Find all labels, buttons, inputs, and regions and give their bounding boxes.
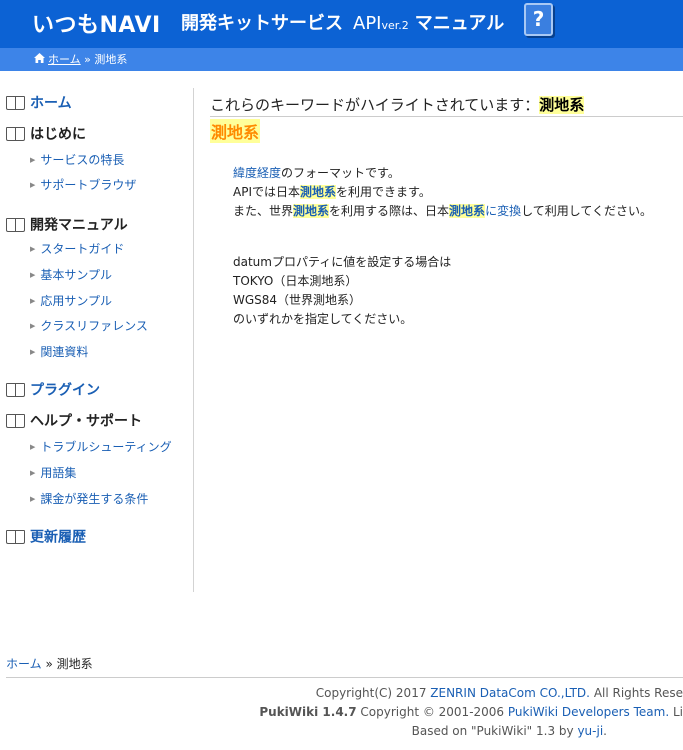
body-paragraph: 緯度経度のフォーマットです。 APIでは日本測地系を利用できます。 また、世界測… bbox=[233, 164, 652, 221]
yu-ji-link[interactable]: yu-ji bbox=[577, 724, 603, 738]
footer-breadcrumb: ホーム » 測地系 bbox=[6, 655, 93, 672]
site-title: 開発キットサービス APIver.2 マニュアル bbox=[181, 9, 504, 35]
lat-lng-link[interactable]: 緯度経度 bbox=[233, 166, 281, 180]
body-line-3: また、世界測地系を利用する際は、日本測地系に変換して利用してください。 bbox=[233, 204, 652, 218]
site-logo[interactable]: いつもNAVI bbox=[32, 7, 161, 39]
footer-copyright: Copyright(C) 2017 ZENRIN DataCom CO.,LTD… bbox=[315, 686, 683, 700]
footer-pukiwiki: PukiWiki 1.4.7 Copyright © 2001-2006 Puk… bbox=[259, 705, 683, 719]
footer-based-on: Based on "PukiWiki" 1.3 by yu-ji. bbox=[411, 724, 607, 738]
triangle-right-icon: ▶ bbox=[30, 271, 36, 279]
footer-breadcrumb-home-link[interactable]: ホーム bbox=[6, 657, 42, 671]
sidebar-section-label: 開発マニュアル bbox=[30, 217, 128, 234]
book-icon bbox=[6, 126, 25, 141]
convert-link[interactable]: に変換 bbox=[485, 204, 521, 218]
datum-line-2: TOKYO（日本測地系） bbox=[233, 274, 358, 288]
footer-breadcrumb-separator: » bbox=[45, 657, 53, 671]
sidebar-item-glossary[interactable]: ▶ 用語集 bbox=[30, 464, 76, 481]
footer-breadcrumb-current: 測地系 bbox=[56, 657, 93, 671]
book-icon bbox=[6, 217, 25, 232]
datum-paragraph: datumプロパティに値を設定する場合は TOKYO（日本測地系） WGS84（… bbox=[233, 253, 451, 329]
book-icon bbox=[6, 413, 25, 428]
breadcrumb-home-link[interactable]: ホーム bbox=[48, 53, 81, 66]
sidebar-section-dev-manual: 開発マニュアル bbox=[6, 214, 128, 234]
sidebar-item-features[interactable]: ▶ サービスの特長 bbox=[30, 151, 124, 168]
highlighted-keyword: 測地系 bbox=[539, 96, 585, 114]
sidebar-item-browsers[interactable]: ▶ サポートブラウザ bbox=[30, 176, 136, 193]
sidebar-item-related-docs[interactable]: ▶ 関連資料 bbox=[30, 343, 88, 360]
body-line-2: APIでは日本測地系を利用できます。 bbox=[233, 185, 431, 199]
page-title: 測地系 bbox=[210, 119, 261, 143]
home-icon bbox=[34, 48, 45, 71]
zenrin-link[interactable]: ZENRIN DataCom CO.,LTD. bbox=[430, 686, 590, 700]
keyword-highlight[interactable]: 測地系 bbox=[293, 204, 330, 218]
sidebar-item-basic-samples[interactable]: ▶ 基本サンプル bbox=[30, 266, 112, 283]
triangle-right-icon: ▶ bbox=[30, 156, 36, 164]
help-icon[interactable]: ? bbox=[524, 3, 553, 36]
search-highlight-message: これらのキーワードがハイライトされています：測地系 bbox=[210, 94, 585, 115]
triangle-right-icon: ▶ bbox=[30, 181, 36, 189]
keyword-highlight[interactable]: 測地系 bbox=[300, 185, 337, 199]
site-title-version: ver.2 bbox=[381, 19, 409, 32]
triangle-right-icon: ▶ bbox=[30, 245, 36, 253]
sidebar-section-help: ヘルプ・サポート bbox=[6, 410, 142, 430]
sidebar-section-label: はじめに bbox=[30, 126, 86, 143]
site-header: いつもNAVI 開発キットサービス APIver.2 マニュアル ? bbox=[0, 0, 683, 48]
datum-line-4: のいずれかを指定してください。 bbox=[233, 312, 413, 326]
site-footer: Copyright(C) 2017 ZENRIN DataCom CO.,LTD… bbox=[0, 684, 683, 741]
breadcrumb-separator: » bbox=[84, 53, 91, 66]
sidebar-item-start-guide[interactable]: ▶ スタートガイド bbox=[30, 240, 124, 257]
sidebar-item-troubleshooting[interactable]: ▶ トラブルシューティング bbox=[30, 438, 172, 455]
triangle-right-icon: ▶ bbox=[30, 443, 36, 451]
breadcrumb-current: 測地系 bbox=[94, 53, 128, 66]
sidebar-section-intro: はじめに bbox=[6, 123, 86, 143]
book-icon bbox=[6, 95, 25, 110]
pukiwiki-team-link[interactable]: PukiWiki Developers Team. bbox=[508, 705, 669, 719]
sidebar-item-plugin[interactable]: プラグイン bbox=[6, 379, 100, 399]
site-title-manual: マニュアル bbox=[414, 13, 505, 34]
sidebar-item-label: 更新履歴 bbox=[30, 529, 86, 546]
sidebar-item-advanced-samples[interactable]: ▶ 応用サンプル bbox=[30, 292, 112, 309]
breadcrumb: ホーム » 測地系 bbox=[0, 48, 683, 71]
title-divider bbox=[210, 116, 683, 117]
footer-divider bbox=[6, 677, 683, 678]
triangle-right-icon: ▶ bbox=[30, 469, 36, 477]
sidebar-item-history[interactable]: 更新履歴 bbox=[6, 526, 86, 546]
keyword-highlight[interactable]: 測地系 bbox=[449, 204, 486, 218]
triangle-right-icon: ▶ bbox=[30, 322, 36, 330]
sidebar-item-label: プラグイン bbox=[30, 382, 100, 399]
sidebar-item-label: ホーム bbox=[30, 95, 72, 112]
site-title-main: 開発キットサービス bbox=[181, 13, 343, 34]
sidebar: ホーム はじめに ▶ サービスの特長 ▶ サポートブラウザ 開発マニュアル ▶ スター… bbox=[0, 88, 194, 592]
datum-line-3: WGS84（世界測地系） bbox=[233, 293, 362, 307]
pukiwiki-version: PukiWiki 1.4.7 bbox=[259, 705, 357, 719]
triangle-right-icon: ▶ bbox=[30, 297, 36, 305]
book-icon bbox=[6, 529, 25, 544]
datum-line-1: datumプロパティに値を設定する場合は bbox=[233, 255, 452, 269]
site-title-api: API bbox=[353, 13, 382, 34]
sidebar-item-billing-conditions[interactable]: ▶ 課金が発生する条件 bbox=[30, 490, 148, 507]
triangle-right-icon: ▶ bbox=[30, 348, 36, 356]
triangle-right-icon: ▶ bbox=[30, 495, 36, 503]
sidebar-item-class-reference[interactable]: ▶ クラスリファレンス bbox=[30, 317, 148, 334]
sidebar-section-label: ヘルプ・サポート bbox=[30, 413, 142, 430]
body-line-1: 緯度経度のフォーマットです。 bbox=[233, 166, 400, 180]
sidebar-item-home[interactable]: ホーム bbox=[6, 92, 72, 112]
book-icon bbox=[6, 382, 25, 397]
search-message-text: これらのキーワードがハイライトされています： bbox=[210, 96, 540, 114]
